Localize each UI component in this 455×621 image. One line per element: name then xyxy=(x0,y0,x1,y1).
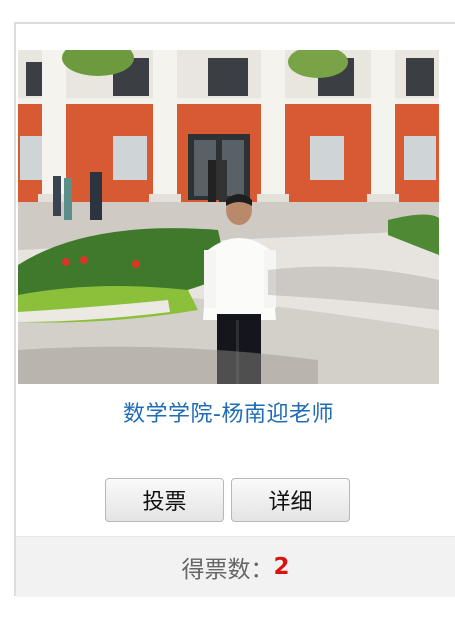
candidate-photo-image xyxy=(18,50,439,384)
vote-button[interactable]: 投票 xyxy=(105,478,224,522)
candidate-photo[interactable] xyxy=(18,50,439,384)
candidate-name-link[interactable]: 数学学院-杨南迎老师 xyxy=(16,396,441,428)
vote-count-bar: 得票数： 2 xyxy=(16,536,455,597)
detail-button[interactable]: 详细 xyxy=(231,478,350,522)
vote-count-value: 2 xyxy=(273,554,290,580)
candidate-card: 数学学院-杨南迎老师 投票 详细 得票数： 2 xyxy=(14,22,455,597)
vote-count-label: 得票数： xyxy=(181,557,274,583)
